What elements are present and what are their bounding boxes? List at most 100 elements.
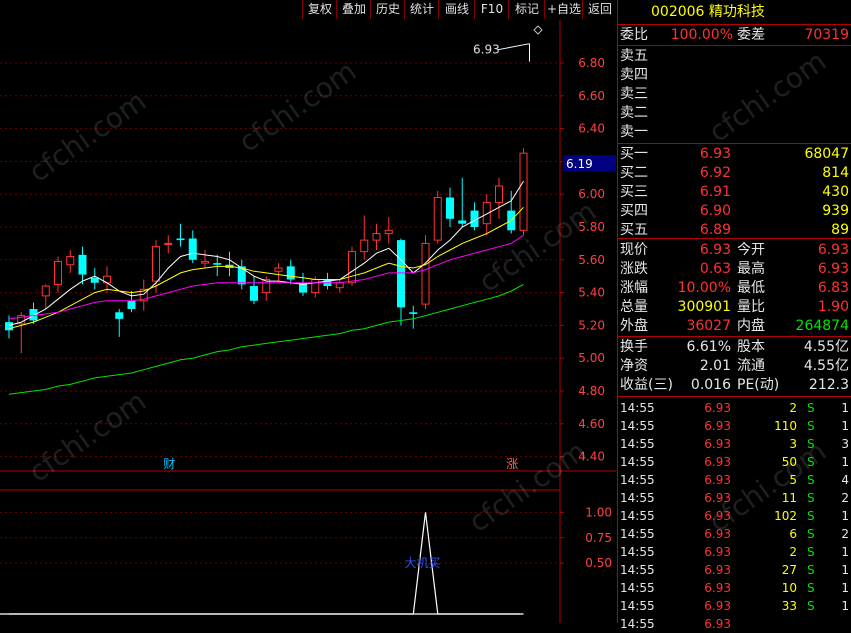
trade-side: S <box>807 473 815 487</box>
toolbar-button-0[interactable]: 复权 <box>302 0 337 19</box>
toolbar-button-5[interactable]: F10 <box>474 0 509 19</box>
quote-value: 6.93 <box>699 242 731 258</box>
quote-value: 0.63 <box>699 261 731 277</box>
candle <box>54 256 62 293</box>
toolbar-button-1[interactable]: 叠加 <box>336 0 371 19</box>
candle-body <box>66 256 75 266</box>
trade-side: S <box>807 401 815 415</box>
candle <box>250 276 258 305</box>
diamond-icon <box>533 25 543 35</box>
price-tick-label: 5.00 <box>578 351 605 365</box>
candle-body <box>176 238 185 241</box>
quote-label: 涨跌 <box>620 261 648 277</box>
candle <box>397 238 405 326</box>
order-diff-value: 70319 <box>804 27 849 43</box>
toolbar-button-8[interactable]: 返回 <box>582 0 617 19</box>
candle <box>90 268 99 290</box>
trade-side: S <box>807 527 815 541</box>
bid-level-label: 买三 <box>620 184 648 200</box>
candle <box>78 246 87 285</box>
quote-label: 内盘 <box>737 318 765 334</box>
toolbar-button-2[interactable]: 历史 <box>370 0 405 19</box>
candle <box>384 217 393 244</box>
bid-level-price: 6.91 <box>699 184 731 200</box>
trade-time: 14:55 <box>620 509 655 523</box>
trade-volume: 2 <box>789 545 797 559</box>
fundamental-value: 2.01 <box>699 358 731 374</box>
trade-time: 14:55 <box>620 437 655 451</box>
trade-side: S <box>807 599 815 613</box>
trade-side: S <box>807 509 815 523</box>
candle <box>348 246 356 287</box>
trade-volume: 110 <box>774 419 797 433</box>
quote-value: 6.83 <box>817 280 849 296</box>
candle <box>495 177 503 219</box>
ask-level-label: 卖一 <box>620 124 648 140</box>
candle-body <box>274 267 283 272</box>
candle <box>213 254 222 277</box>
quote-label: 总量 <box>620 299 648 315</box>
toolbar-button-7[interactable]: +自选 <box>544 0 583 19</box>
candle <box>188 230 197 264</box>
cursor-price-label: 6.19 <box>566 157 593 171</box>
toolbar-button-4[interactable]: 画线 <box>438 0 475 19</box>
fundamental-label: 股本 <box>737 339 765 355</box>
fundamental-value: 4.55亿 <box>803 339 849 355</box>
order-ratio-value: 100.00% <box>670 27 733 43</box>
kline-chart[interactable]: 6.806.606.406.206.005.805.605.405.205.00… <box>0 20 616 623</box>
trade-count: 1 <box>841 419 849 433</box>
trade-count: 1 <box>841 545 849 559</box>
trade-count: 1 <box>841 509 849 523</box>
trade-volume: 10 <box>781 581 797 595</box>
event-label: 涨 <box>506 456 518 471</box>
trade-side: S <box>807 455 815 469</box>
moving-average-line <box>8 283 524 395</box>
candle-body <box>397 240 405 308</box>
trade-time: 14:55 <box>620 491 655 505</box>
candle <box>5 315 13 339</box>
trade-side: S <box>807 581 815 595</box>
trade-price: 6.93 <box>704 455 731 469</box>
ask-level-label: 卖四 <box>620 67 648 83</box>
fundamental-value: 4.55亿 <box>803 358 849 374</box>
trade-time: 14:55 <box>620 419 655 433</box>
quote-label: 现价 <box>620 242 648 258</box>
price-tick-label: 4.80 <box>578 384 605 398</box>
bid-level-label: 买一 <box>620 146 648 162</box>
indicator-tick-label: 0.50 <box>585 556 612 570</box>
trade-price: 6.93 <box>704 545 731 559</box>
candle <box>519 148 528 236</box>
ask-level-label: 卖三 <box>620 86 648 102</box>
candle <box>41 284 50 309</box>
fundamental-label: 流通 <box>737 358 765 374</box>
trade-time: 14:55 <box>620 599 655 613</box>
price-tick-label: 6.00 <box>578 187 605 201</box>
bid-level-label: 买五 <box>620 222 648 238</box>
trade-count: 1 <box>841 455 849 469</box>
trade-side: S <box>807 491 815 505</box>
bid-level-label: 买二 <box>620 165 648 181</box>
trade-count: 1 <box>841 581 849 595</box>
candle <box>237 259 246 290</box>
trade-volume: 5 <box>789 473 797 487</box>
price-tick-label: 6.60 <box>578 89 605 103</box>
trade-price: 6.93 <box>704 491 731 505</box>
trade-side: S <box>807 545 815 559</box>
candle-body <box>446 197 454 219</box>
ask-level-label: 卖五 <box>620 48 648 64</box>
fundamental-value: 6.61% <box>686 339 731 355</box>
candle-body <box>384 229 393 235</box>
trade-time: 14:55 <box>620 473 655 487</box>
candle <box>360 215 369 260</box>
trade-count: 2 <box>841 491 849 505</box>
toolbar-button-3[interactable]: 统计 <box>404 0 439 19</box>
candle <box>458 177 467 227</box>
quote-value: 36027 <box>686 318 731 334</box>
price-tick-label: 6.40 <box>578 122 605 136</box>
ask-level-label: 卖二 <box>620 105 648 121</box>
candle-body <box>201 260 209 264</box>
quote-value: 264874 <box>795 318 849 334</box>
quote-value: 10.00% <box>677 280 731 296</box>
toolbar-button-6[interactable]: 标记 <box>508 0 545 19</box>
bid-level-volume: 939 <box>822 203 849 219</box>
